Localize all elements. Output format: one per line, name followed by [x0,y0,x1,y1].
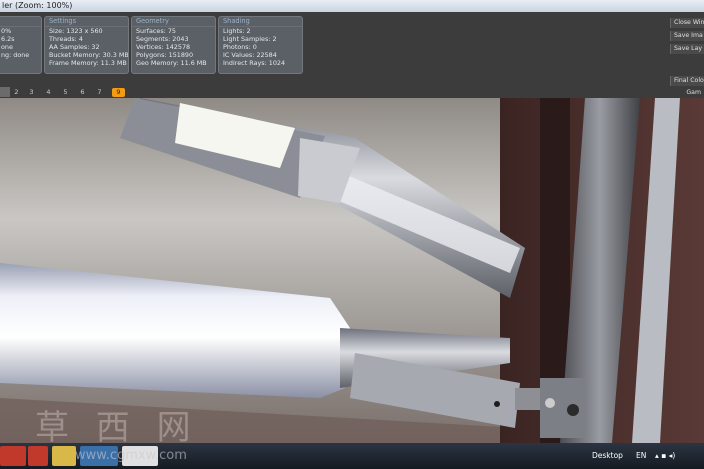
watermark-url: www.cgmxw.com [75,448,187,463]
geometry-row: Polygons: 151890 [136,51,194,60]
render-stats-panel: 0% 6.2s one ng: done Settings Size: 1323… [0,12,704,98]
render-viewport [0,98,704,443]
geometry-row: Surfaces: 75 [136,27,176,35]
partial-stat-row: 0% [1,27,12,35]
folder-icon[interactable] [52,446,76,466]
language-indicator[interactable]: EN [636,443,646,469]
partial-stat-row: 6.2s [1,35,15,44]
desktop-label[interactable]: Desktop [592,443,623,469]
final-color-dropdown[interactable]: Final Colo [670,76,704,86]
tray-icons[interactable]: ▴ ▪ ◂) [655,443,675,469]
shading-row: Lights: 2 [223,27,251,35]
settings-row: Threads: 4 [49,35,83,44]
shading-box: Shading Lights: 2 Light Samples: 2 Photo… [218,16,303,74]
render-image [0,98,704,443]
settings-row: AA Samples: 32 [49,43,100,52]
shading-row: Photons: 0 [223,43,257,52]
window-titlebar: ler (Zoom: 100%) [0,0,704,12]
geometry-row: Segments: 2043 [136,35,189,44]
shading-row: IC Values: 22584 [223,51,277,60]
partial-stat-row: ng: done [1,51,30,60]
shading-row: Light Samples: 2 [223,35,277,44]
save-image-button[interactable]: Save Ima [670,31,704,41]
close-window-button[interactable]: Close Win [670,18,704,28]
solidworks-icon[interactable] [0,446,26,466]
pass-button[interactable]: 3 [25,87,38,97]
settings-row: Size: 1323 x 560 [49,27,103,35]
pass-button-active[interactable]: 9 [112,88,125,97]
pass-button[interactable]: 4 [42,87,55,97]
gamma-label: Gam [686,89,701,96]
solidworks-app-icon[interactable] [28,446,48,466]
watermark-cn: 草 西 网 [35,408,199,448]
settings-row: Frame Memory: 11.3 MB [49,59,127,68]
geometry-header: Geometry [132,17,215,27]
settings-box: Settings Size: 1323 x 560 Threads: 4 AA … [44,16,129,74]
settings-row: Bucket Memory: 30.3 MB [49,51,129,60]
partial-stat-row: one [1,43,13,52]
partial-stats-header [0,17,41,27]
geometry-row: Vertices: 142578 [136,43,191,52]
shading-row: Indirect Rays: 1024 [223,59,286,68]
pass-button[interactable]: 5 [59,87,72,97]
pass-button[interactable]: 7 [93,87,106,97]
pass-button[interactable]: 2 [10,87,23,97]
save-layers-button[interactable]: Save Lay [670,44,704,54]
pass-button[interactable] [0,87,10,97]
geometry-box: Geometry Surfaces: 75 Segments: 2043 Ver… [131,16,216,74]
window-title: ler (Zoom: 100%) [2,1,73,10]
taskbar: www.cgmxw.com Desktop EN ▴ ▪ ◂) [0,443,704,469]
partial-stats-box: 0% 6.2s one ng: done [0,16,42,74]
shading-header: Shading [219,17,302,27]
settings-header: Settings [45,17,128,27]
geometry-row: Geo Memory: 11.6 MB [136,59,207,68]
pass-button[interactable]: 6 [76,87,89,97]
